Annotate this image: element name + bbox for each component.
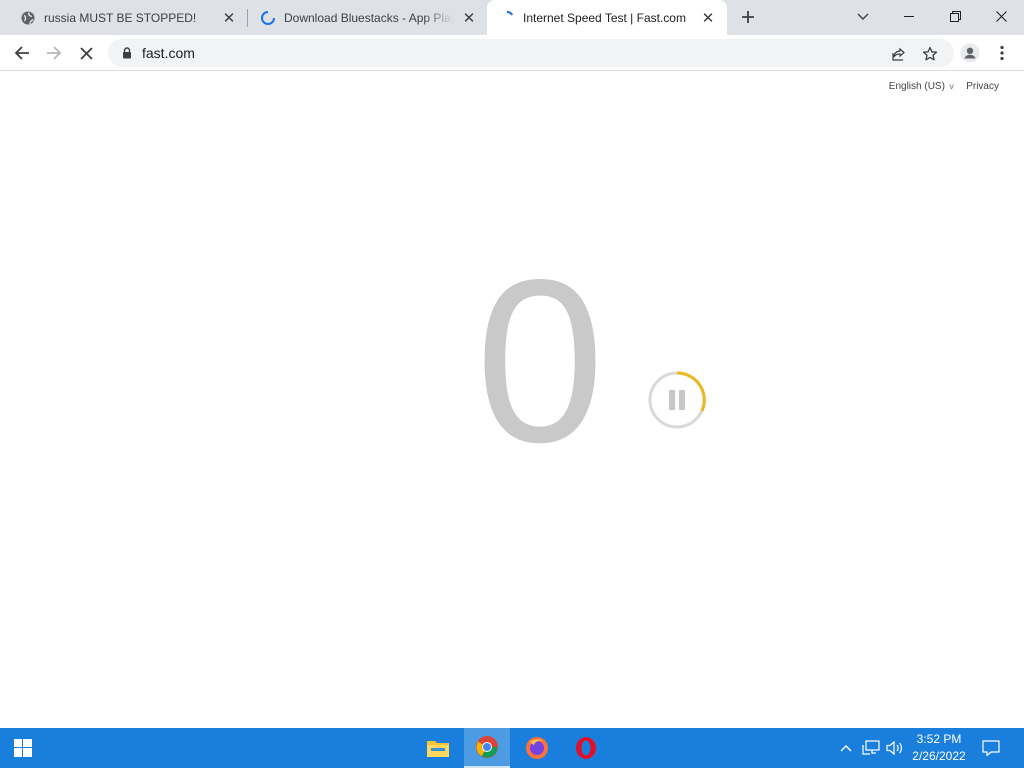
tab-strip: russia MUST BE STOPPED! ✕ Download Blues… <box>0 0 1024 35</box>
back-arrow-icon[interactable] <box>8 39 36 67</box>
loading-spinner-icon <box>260 10 276 26</box>
language-selector[interactable]: English (US) ˅ <box>889 81 954 92</box>
system-clock[interactable]: 3:52 PM 2/26/2022 <box>904 731 974 765</box>
top-links: English (US) ˅ Privacy <box>889 81 999 92</box>
kebab-menu-icon[interactable] <box>988 39 1016 67</box>
bookmark-star-icon[interactable] <box>919 43 941 65</box>
tab-close-icon[interactable]: ✕ <box>460 9 478 27</box>
speed-value: 0 <box>475 232 605 491</box>
tab-bluestacks[interactable]: Download Bluestacks - App Player ✕ <box>248 0 488 35</box>
windows-logo-icon <box>14 739 32 757</box>
forward-arrow-icon[interactable] <box>40 39 68 67</box>
language-label: English (US) <box>888 81 945 92</box>
loading-spinner-icon <box>499 10 515 26</box>
chevron-down-icon: ˅ <box>948 81 955 92</box>
privacy-link[interactable]: Privacy <box>966 81 999 92</box>
lock-icon[interactable] <box>120 46 134 60</box>
profile-icon[interactable] <box>956 39 984 67</box>
restore-icon[interactable] <box>932 0 978 33</box>
tab-title: Download Bluestacks - App Player <box>284 10 454 25</box>
tab-close-icon[interactable]: ✕ <box>699 9 717 27</box>
opera-icon[interactable] <box>563 728 609 768</box>
tab-title: Internet Speed Test | Fast.com <box>523 10 686 25</box>
tab-russia[interactable]: russia MUST BE STOPPED! ✕ <box>8 0 248 35</box>
clock-time: 3:52 PM <box>916 732 962 746</box>
tab-close-icon[interactable]: ✕ <box>220 9 238 27</box>
file-explorer-icon[interactable] <box>415 728 461 768</box>
new-tab-plus-icon[interactable] <box>736 5 760 29</box>
pause-button[interactable] <box>646 369 708 431</box>
chrome-icon[interactable] <box>464 728 510 768</box>
tab-search-icon[interactable] <box>840 0 886 33</box>
pause-icon <box>669 390 675 410</box>
stop-loading-icon[interactable] <box>72 39 100 67</box>
share-icon[interactable] <box>888 43 910 65</box>
browser-window: russia MUST BE STOPPED! ✕ Download Blues… <box>0 0 1024 728</box>
globe-icon <box>20 10 36 26</box>
network-icon[interactable] <box>860 728 882 768</box>
address-bar[interactable]: fast.com <box>108 39 954 67</box>
url-text[interactable]: fast.com <box>142 45 195 61</box>
start-button[interactable] <box>0 728 46 768</box>
minimize-icon[interactable] <box>886 0 932 33</box>
firefox-icon[interactable] <box>514 728 560 768</box>
tab-title: russia MUST BE STOPPED! <box>44 10 197 25</box>
tray-chevron-up-icon[interactable] <box>836 728 856 768</box>
windows-taskbar: 3:52 PM 2/26/2022 <box>0 728 1024 768</box>
close-window-icon[interactable] <box>978 0 1024 33</box>
volume-icon[interactable] <box>884 728 906 768</box>
page-content: English (US) ˅ Privacy 0 <box>0 72 1024 728</box>
clock-date: 2/26/2022 <box>912 749 966 763</box>
notification-icon[interactable] <box>978 728 1004 768</box>
browser-toolbar: fast.com <box>0 35 1024 71</box>
tab-fast-com[interactable]: Internet Speed Test | Fast.com ✕ <box>487 0 727 35</box>
